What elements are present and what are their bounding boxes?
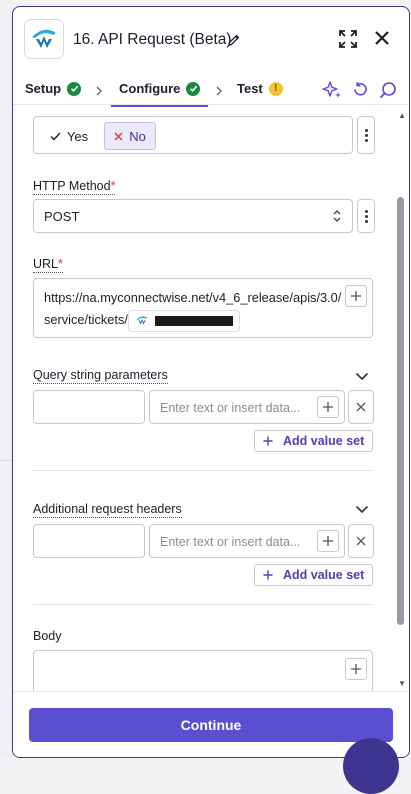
close-icon (114, 131, 123, 141)
http-method-value: POST (44, 209, 80, 224)
plus-icon (323, 536, 333, 546)
header-key-input[interactable] (33, 524, 145, 558)
body-input[interactable] (33, 650, 373, 691)
close-icon (356, 536, 366, 546)
connectwise-logo-icon (24, 19, 64, 59)
plus-icon (263, 436, 273, 446)
step-config-panel: 16. API Request (Beta) Setup Configure T… (12, 6, 410, 758)
tab-label: Configure (119, 81, 181, 96)
chevron-down-icon[interactable] (355, 368, 369, 386)
yes-label: Yes (66, 128, 89, 144)
tab-configure[interactable]: Configure (110, 81, 209, 107)
scroll-up-arrow[interactable]: ▲ (398, 111, 406, 120)
no-option[interactable]: No (104, 122, 156, 150)
search-icon[interactable] (379, 81, 397, 104)
step-tabs: Setup Configure Test ! (13, 71, 409, 107)
chevron-right-icon (215, 83, 223, 101)
insert-data-button[interactable] (345, 285, 367, 307)
pencil-icon[interactable] (227, 33, 241, 52)
add-value-set-label: Add value set (283, 434, 365, 448)
url-input[interactable]: https://na.myconnectwise.net/v4_6_releas… (33, 278, 373, 338)
tab-label: Test (237, 81, 263, 96)
body-label: Body (33, 629, 62, 643)
check-icon (50, 132, 61, 141)
background-canvas-line (0, 460, 12, 580)
insert-data-button[interactable] (345, 658, 367, 680)
connectwise-logo-icon (136, 316, 148, 325)
plus-icon (351, 291, 361, 301)
headers-label: Additional request headers (33, 502, 182, 518)
chevron-updown-icon (332, 208, 342, 229)
plus-icon (263, 570, 273, 580)
step-title: 16. API Request (Beta) (73, 31, 232, 48)
chevron-down-icon[interactable] (355, 501, 369, 519)
panel-header: 16. API Request (Beta) (13, 7, 409, 71)
check-circle-icon (67, 81, 82, 96)
add-value-set-label: Add value set (283, 568, 365, 582)
check-circle-icon (186, 81, 201, 96)
plus-icon (351, 664, 361, 674)
more-options-icon[interactable] (357, 199, 375, 233)
scroll-down-arrow[interactable]: ▼ (398, 679, 406, 688)
more-options-icon[interactable] (357, 116, 375, 154)
yes-no-toggle: Yes No (33, 116, 353, 154)
query-params-label: Query string parameters (33, 368, 168, 384)
data-pill[interactable] (127, 309, 240, 332)
remove-row-button[interactable] (348, 390, 374, 424)
undo-icon[interactable] (352, 81, 369, 103)
chevron-right-icon (95, 83, 103, 101)
header-value-input[interactable]: Enter text or insert data... (149, 524, 345, 558)
plus-icon (323, 402, 333, 412)
divider (33, 470, 373, 471)
insert-data-button[interactable] (317, 530, 339, 552)
scrollbar-thumb[interactable] (397, 197, 404, 625)
http-method-select[interactable]: POST (33, 199, 353, 233)
add-value-set-button[interactable]: Add value set (254, 564, 374, 586)
query-value-input[interactable]: Enter text or insert data... (149, 390, 345, 424)
config-form[interactable]: Yes No HTTP Method* POST URL* https://na… (13, 106, 409, 691)
query-key-input[interactable] (33, 390, 145, 424)
sparkle-icon[interactable] (322, 81, 342, 104)
remove-row-button[interactable] (348, 524, 374, 558)
http-method-label: HTTP Method* (33, 179, 116, 195)
close-icon (356, 402, 366, 412)
no-label: No (129, 128, 146, 144)
close-icon[interactable] (375, 31, 389, 50)
placeholder-text: Enter text or insert data... (160, 401, 301, 415)
chat-bubble-icon[interactable] (343, 738, 399, 794)
expand-icon[interactable] (339, 30, 357, 53)
url-value: https://na.myconnectwise.net/v4_6_releas… (44, 287, 342, 332)
divider (33, 604, 373, 605)
tab-label: Setup (25, 81, 62, 96)
add-value-set-button[interactable]: Add value set (254, 430, 374, 452)
yes-option[interactable]: Yes (40, 122, 98, 150)
url-label: URL* (33, 257, 63, 273)
placeholder-text: Enter text or insert data... (160, 535, 301, 549)
warning-badge: ! (268, 81, 283, 96)
tab-setup[interactable]: Setup (25, 81, 82, 96)
insert-data-button[interactable] (317, 396, 339, 418)
tab-test[interactable]: Test ! (237, 81, 283, 96)
continue-button[interactable]: Continue (29, 708, 393, 742)
redacted-value (154, 315, 233, 326)
